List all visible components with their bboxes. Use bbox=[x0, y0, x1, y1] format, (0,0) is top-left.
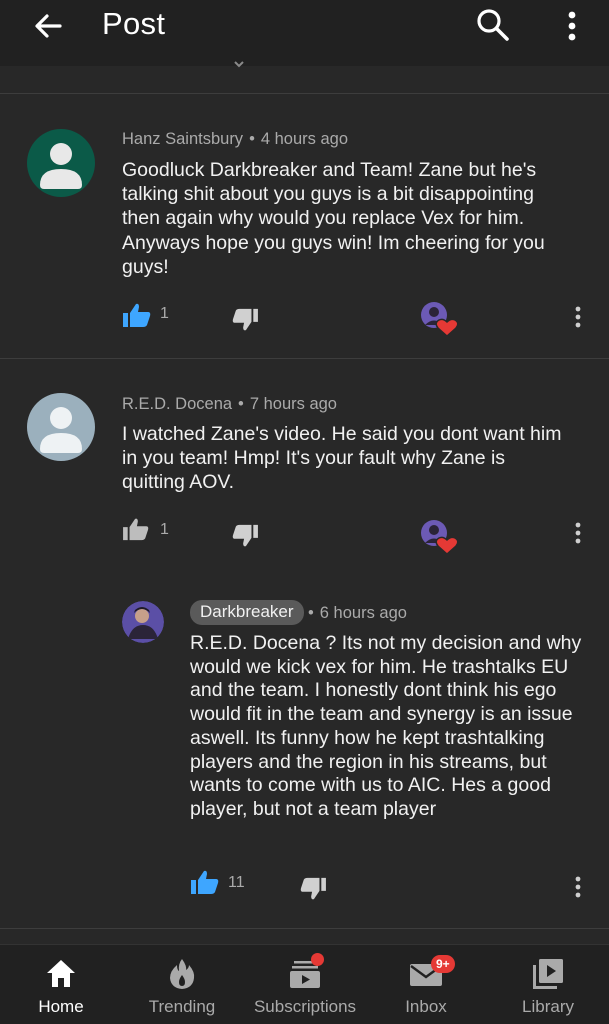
comment-item: Hanz Saintsbury • 4 hours ago Goodluck Dar… bbox=[0, 94, 609, 358]
nav-inbox[interactable]: 9+ Inbox bbox=[365, 945, 487, 1024]
like-icon[interactable] bbox=[122, 517, 150, 541]
search-icon[interactable] bbox=[474, 6, 512, 44]
comment-more-icon[interactable] bbox=[573, 521, 583, 545]
avatar[interactable] bbox=[27, 393, 95, 461]
home-icon bbox=[47, 960, 75, 987]
inbox-badge: 9+ bbox=[431, 955, 455, 973]
nav-label: Home bbox=[38, 997, 84, 1016]
comment-more-icon[interactable] bbox=[573, 875, 583, 899]
reply-time: 6 hours ago bbox=[319, 604, 407, 622]
comment-meta: R.E.D. Docena • 7 hours ago bbox=[122, 395, 337, 413]
app-bar: Post bbox=[0, 0, 609, 68]
divider bbox=[0, 928, 609, 929]
back-arrow-icon[interactable] bbox=[30, 8, 66, 44]
flame-icon bbox=[170, 959, 195, 989]
dislike-icon[interactable] bbox=[231, 308, 259, 332]
like-count: 1 bbox=[160, 305, 169, 322]
nav-subscriptions[interactable]: Subscriptions bbox=[244, 945, 366, 1024]
like-icon[interactable] bbox=[190, 869, 220, 895]
like-count: 1 bbox=[160, 521, 169, 538]
creator-heart-badge bbox=[420, 519, 459, 556]
reply-text: R.E.D. Docena ? Its not my decision and … bbox=[190, 632, 582, 820]
like-count: 11 bbox=[228, 874, 245, 891]
nav-library[interactable]: Library bbox=[487, 945, 609, 1024]
like-icon[interactable] bbox=[122, 302, 152, 328]
comment-time: 7 hours ago bbox=[249, 395, 337, 413]
comment-meta: Hanz Saintsbury • 4 hours ago bbox=[122, 130, 348, 148]
comment-time: 4 hours ago bbox=[260, 130, 348, 148]
comment-author[interactable]: R.E.D. Docena bbox=[122, 395, 232, 413]
nav-label: Trending bbox=[148, 997, 216, 1016]
reply-meta: • 6 hours ago bbox=[308, 604, 407, 622]
nav-home[interactable]: Home bbox=[0, 945, 122, 1024]
nav-label: Inbox bbox=[405, 997, 447, 1016]
nav-trending[interactable]: Trending bbox=[121, 945, 243, 1024]
library-icon bbox=[533, 959, 563, 989]
chevron-down-icon bbox=[234, 61, 244, 68]
more-options-icon[interactable] bbox=[560, 6, 584, 46]
comment-more-icon[interactable] bbox=[573, 305, 583, 329]
nav-label: Subscriptions bbox=[253, 997, 357, 1016]
dislike-icon[interactable] bbox=[299, 877, 327, 901]
creator-heart-badge bbox=[420, 301, 459, 338]
comment-item: R.E.D. Docena • 7 hours ago I watched Zane… bbox=[0, 359, 609, 900]
bottom-navigation: Home Trending Subscriptions 9+ Inbox Lib… bbox=[0, 944, 609, 1024]
reply-author-chip[interactable]: Darkbreaker bbox=[190, 600, 304, 625]
dislike-icon[interactable] bbox=[231, 524, 259, 548]
nav-label: Library bbox=[522, 997, 574, 1016]
page-title: Post bbox=[102, 6, 166, 41]
comment-author[interactable]: Hanz Saintsbury bbox=[122, 130, 243, 148]
reply-avatar[interactable] bbox=[122, 601, 164, 643]
comment-text: Goodluck Darkbreaker and Team! Zane but … bbox=[122, 159, 545, 278]
avatar[interactable] bbox=[27, 129, 95, 197]
notification-dot bbox=[311, 953, 324, 966]
comment-text: I watched Zane's video. He said you dont… bbox=[122, 423, 562, 494]
